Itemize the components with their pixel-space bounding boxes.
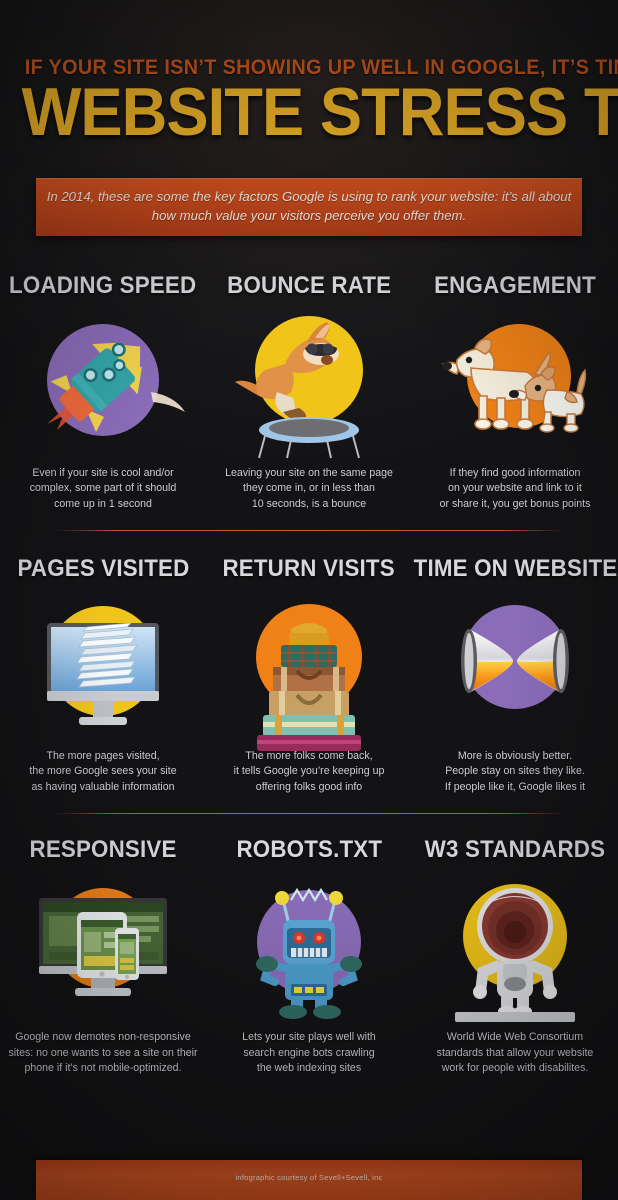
factors-row: PAGES VISITED The more pages visited, th… — [0, 555, 618, 795]
factors-row: LOADING SPEED Even if your site is cool … — [0, 272, 618, 512]
factors-row: RESPONSIVE Google now demotes non-respon… — [0, 836, 618, 1076]
header: IF YOUR SITE ISN’T SHOWING UP WELL IN GO… — [0, 0, 618, 168]
robot-icon — [229, 872, 389, 1024]
two-dogs-icon — [435, 308, 595, 460]
infographic-poster: IF YOUR SITE ISN’T SHOWING UP WELL IN GO… — [0, 0, 618, 1200]
factor-title: RESPONSIVE — [29, 836, 177, 864]
factor-description: Even if your site is cool and/or complex… — [29, 467, 177, 510]
factor-description: World Wide Web Consortium standards that… — [436, 1031, 594, 1074]
factor-title: TIME ON WEBSITE — [413, 555, 617, 583]
factor-engagement: ENGAGEMENT If they find good information… — [412, 272, 618, 512]
monitor-pages-icon — [23, 591, 183, 743]
factor-title: PAGES VISITED — [17, 555, 189, 583]
factor-description: The more pages visited, the more Google … — [29, 750, 177, 793]
intro-banner-text: In 2014, these are some the key factors … — [46, 189, 572, 223]
row-divider — [54, 813, 564, 815]
factors-grid: LOADING SPEED Even if your site is cool … — [0, 272, 618, 1076]
astronaut-icon — [435, 872, 595, 1024]
footer-credit-bar: infographic courtesy of Sevell+Sevell, i… — [36, 1160, 582, 1200]
factor-time-on-website: TIME ON WEBSITE More is obviously better… — [412, 555, 618, 795]
factor-description: Lets your site plays well with search en… — [242, 1031, 376, 1074]
factor-title: RETURN VISITS — [222, 555, 396, 583]
factor-title: ROBOTS.TXT — [236, 836, 382, 864]
hourglass-icon — [435, 591, 595, 743]
factor-return-visits: RETURN VISITS The more folks come back, … — [206, 555, 412, 795]
kangaroo-trampoline-icon — [229, 308, 389, 460]
factor-pages-visited: PAGES VISITED The more pages visited, th… — [0, 555, 206, 795]
factor-robots-txt: ROBOTS.TXT Lets your site plays well wit… — [206, 836, 412, 1076]
factor-description: The more folks come back, it tells Googl… — [233, 750, 385, 793]
page-title: WEBSITE STRESS TEST — [21, 74, 618, 150]
factor-title: BOUNCE RATE — [226, 272, 392, 299]
row-divider — [54, 530, 564, 532]
suitcases-icon — [229, 591, 389, 752]
factor-responsive: RESPONSIVE Google now demotes non-respon… — [0, 836, 206, 1076]
factor-bounce-rate: BOUNCE RATE Leaving your site on the sam… — [206, 272, 412, 512]
factor-description: Google now demotes non-responsive sites:… — [8, 1031, 198, 1074]
factor-description: More is obviously better. People stay on… — [444, 750, 586, 793]
factor-description: If they find good information on your we… — [439, 467, 591, 510]
footer-credit-text: infographic courtesy of Sevell+Sevell, i… — [235, 1173, 383, 1182]
factor-w3-standards: W3 STANDARDS World Wide Web Consortium s… — [412, 836, 618, 1076]
devices-icon — [23, 872, 183, 1024]
factor-title: ENGAGEMENT — [434, 272, 596, 299]
factor-loading-speed: LOADING SPEED Even if your site is cool … — [0, 272, 206, 512]
factor-description: Leaving your site on the same page they … — [225, 467, 393, 510]
rocket-icon — [23, 308, 185, 460]
intro-banner: In 2014, these are some the key factors … — [36, 178, 582, 236]
factor-title: W3 STANDARDS — [424, 836, 606, 864]
factor-title: LOADING SPEED — [9, 272, 197, 299]
